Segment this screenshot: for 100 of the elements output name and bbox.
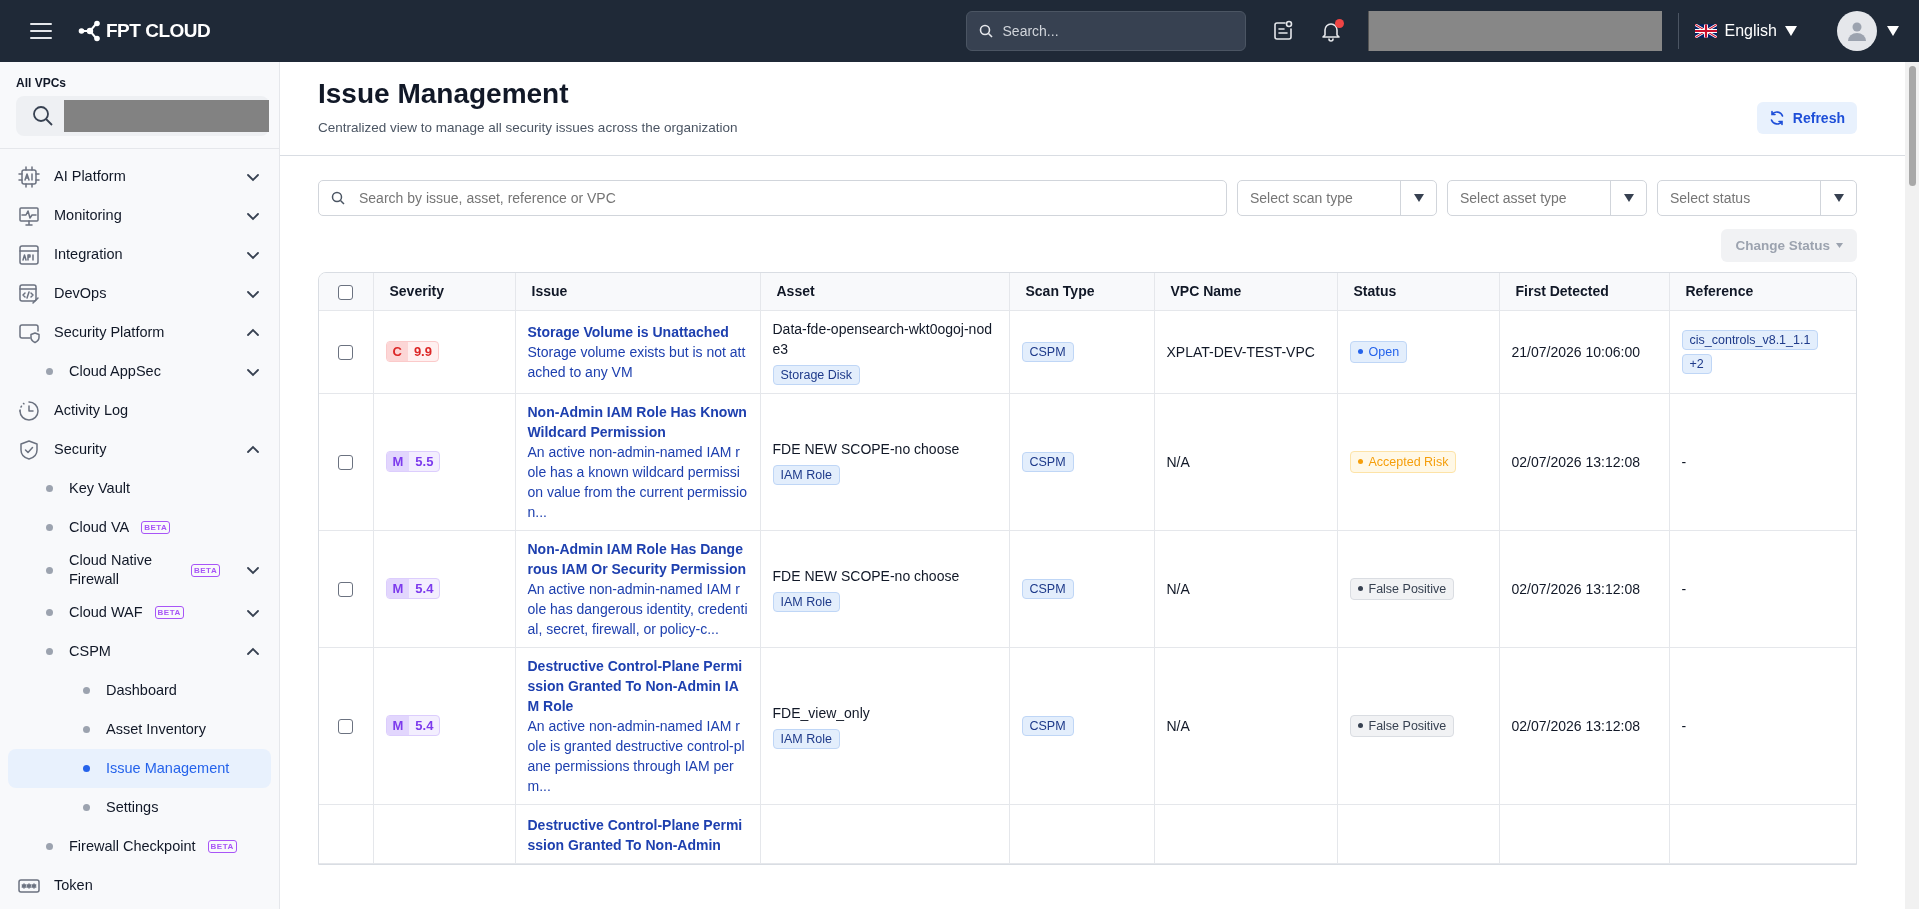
sidebar-item[interactable]: DevOps bbox=[8, 274, 271, 313]
issue-title-link[interactable]: Non-Admin IAM Role Has Dangerous IAM Or Security Permission bbox=[527, 538, 748, 579]
asset-name: Data-fde-opensearch-wkt0ogoj-node3 bbox=[772, 319, 993, 359]
sidebar-item[interactable]: Token bbox=[8, 866, 271, 905]
bullet-icon bbox=[83, 687, 90, 694]
sidebar-item[interactable]: Dashboard bbox=[8, 671, 271, 710]
scan-type-tag: CSPM bbox=[1021, 451, 1074, 472]
scan-type-tag: CSPM bbox=[1021, 578, 1074, 599]
scan-type-tag: CSPM bbox=[1021, 341, 1074, 362]
bullet-icon bbox=[46, 566, 53, 574]
issue-description: An active non-admin-named IAM role has a known wildcard permission value from the current permission... bbox=[527, 442, 748, 522]
reference-text: - bbox=[1681, 453, 1687, 470]
sidebar-label: Security Platform bbox=[54, 323, 165, 342]
clock-icon bbox=[18, 399, 40, 422]
caret-icon[interactable] bbox=[1887, 26, 1899, 36]
select-field[interactable]: Select scan type bbox=[1237, 180, 1437, 216]
sidebar-item[interactable]: Firewall Checkpoint BETA bbox=[8, 827, 271, 866]
bullet-icon bbox=[46, 843, 53, 850]
sidebar-label: AI Platform bbox=[54, 167, 126, 186]
issue-title-link[interactable]: Non-Admin IAM Role Has Known Wildcard Permission bbox=[527, 401, 748, 442]
shield-window-icon bbox=[18, 321, 40, 344]
beta-badge: BETA bbox=[141, 521, 171, 534]
scrollbar[interactable] bbox=[1905, 62, 1919, 909]
sidebar-label: Monitoring bbox=[54, 206, 122, 225]
checkbox[interactable] bbox=[338, 284, 354, 300]
asset-name: FDE NEW SCOPE-no choose bbox=[772, 566, 961, 586]
scan-type-tag: CSPM bbox=[1021, 715, 1074, 736]
severity-badge: M 5.5 bbox=[385, 451, 441, 472]
checkbox[interactable] bbox=[338, 344, 354, 360]
select-field[interactable]: Select status bbox=[1657, 180, 1857, 216]
bullet-icon bbox=[83, 726, 90, 733]
sidebar-label: Issue Management bbox=[106, 759, 230, 778]
language-selector[interactable]: English bbox=[1694, 22, 1797, 40]
vpc-name: N/A bbox=[1166, 579, 1191, 599]
column-header: First Detected bbox=[1499, 273, 1669, 310]
sidebar-item[interactable]: AI Platform bbox=[8, 157, 271, 196]
issue-description: An active non-admin-named IAM role has dangerous identity, credential, secret, firewall, or policy-c... bbox=[527, 579, 748, 639]
sidebar-item[interactable]: Security Platform bbox=[8, 313, 271, 352]
chip-icon bbox=[18, 165, 40, 188]
sidebar-label: CSPM bbox=[69, 642, 111, 661]
menu-button[interactable] bbox=[30, 23, 52, 39]
logo-text: FPT CLOUD bbox=[106, 20, 211, 42]
vpc-search-field[interactable] bbox=[16, 96, 269, 136]
search-field[interactable]: Search... bbox=[965, 11, 1246, 51]
checkbox[interactable] bbox=[338, 718, 354, 734]
clipboard-icon[interactable] bbox=[1271, 20, 1294, 42]
vpc-name: XPLAT-DEV-TEST-VPC bbox=[1166, 342, 1316, 362]
sidebar-item[interactable]: Activity Log bbox=[8, 391, 271, 430]
refresh-button[interactable]: Refresh bbox=[1756, 102, 1857, 134]
sidebar-label: Cloud WAF bbox=[69, 603, 143, 622]
sidebar-item[interactable]: Issue Management bbox=[8, 749, 271, 788]
reference-tag: +2 bbox=[1681, 353, 1712, 374]
api-window-icon bbox=[18, 243, 40, 266]
sidebar-label: Settings bbox=[106, 798, 159, 817]
search-icon bbox=[32, 105, 54, 127]
refresh-icon bbox=[1768, 110, 1785, 126]
sidebar-item[interactable]: Security bbox=[8, 430, 271, 469]
asset-type-tag: IAM Role bbox=[772, 591, 840, 612]
bullet-icon bbox=[46, 368, 53, 375]
sidebar-item[interactable]: Cloud WAF BETA bbox=[8, 593, 271, 632]
column-header: Asset bbox=[760, 273, 1009, 310]
sidebar-item[interactable]: Cloud Native Firewall BETA bbox=[8, 547, 271, 593]
issue-title-link[interactable]: Storage Volume is Unattached bbox=[527, 321, 748, 342]
avatar[interactable] bbox=[1837, 11, 1877, 51]
date-text: 02/07/2026 13:12:08 bbox=[1511, 717, 1640, 734]
issue-title-link[interactable]: Destructive Control-Plane Permission Granted To Non-Admin bbox=[527, 814, 748, 855]
page-title: Issue Management bbox=[318, 78, 570, 110]
severity-badge: M 5.4 bbox=[385, 715, 441, 736]
status-badge: Accepted Risk bbox=[1349, 450, 1457, 473]
date-text: 02/07/2026 13:12:08 bbox=[1511, 580, 1640, 597]
asset-type-tag: Storage Disk bbox=[772, 364, 861, 385]
beta-badge: BETA bbox=[191, 563, 221, 577]
network-nodes-icon bbox=[78, 20, 102, 42]
column-header: Reference bbox=[1669, 273, 1856, 310]
sidebar-item[interactable]: CSPM bbox=[8, 632, 271, 671]
checkbox[interactable] bbox=[338, 581, 354, 597]
sidebar-item[interactable]: Cloud VA BETA bbox=[8, 508, 271, 547]
sidebar-label: Key Vault bbox=[69, 479, 130, 498]
checkbox[interactable] bbox=[338, 454, 354, 470]
sidebar-item[interactable]: Key Vault bbox=[8, 469, 271, 508]
beta-badge: BETA bbox=[154, 606, 184, 619]
sidebar-item[interactable]: Monitoring bbox=[8, 196, 271, 235]
severity-badge: M 5.4 bbox=[385, 578, 441, 599]
issue-title-link[interactable]: Destructive Control-Plane Permission Granted To Non-Admin IAM Role bbox=[527, 655, 748, 716]
issue-description: An active non-admin-named IAM role is granted destructive control-plane permissions through IAM perm... bbox=[527, 716, 746, 796]
bell-icon[interactable] bbox=[1319, 20, 1342, 42]
select-field[interactable]: Select asset type bbox=[1447, 180, 1647, 216]
asset-type-tag: IAM Role bbox=[772, 464, 840, 485]
sidebar-item[interactable]: Settings bbox=[8, 788, 271, 827]
severity-badge: C 9.9 bbox=[385, 341, 439, 362]
caret-icon bbox=[1833, 194, 1844, 202]
vpc-label: All VPCs bbox=[16, 76, 67, 90]
sidebar-item[interactable]: Cloud AppSec bbox=[8, 352, 271, 391]
sidebar-label: Cloud Native Firewall bbox=[69, 551, 153, 589]
status-badge: Open bbox=[1349, 340, 1408, 363]
asset-name: FDE_view_only bbox=[772, 703, 871, 723]
column-header: VPC Name bbox=[1154, 273, 1337, 310]
sidebar-label: Cloud AppSec bbox=[69, 362, 161, 381]
sidebar-item[interactable]: Integration bbox=[8, 235, 271, 274]
sidebar-item[interactable]: Asset Inventory bbox=[8, 710, 271, 749]
